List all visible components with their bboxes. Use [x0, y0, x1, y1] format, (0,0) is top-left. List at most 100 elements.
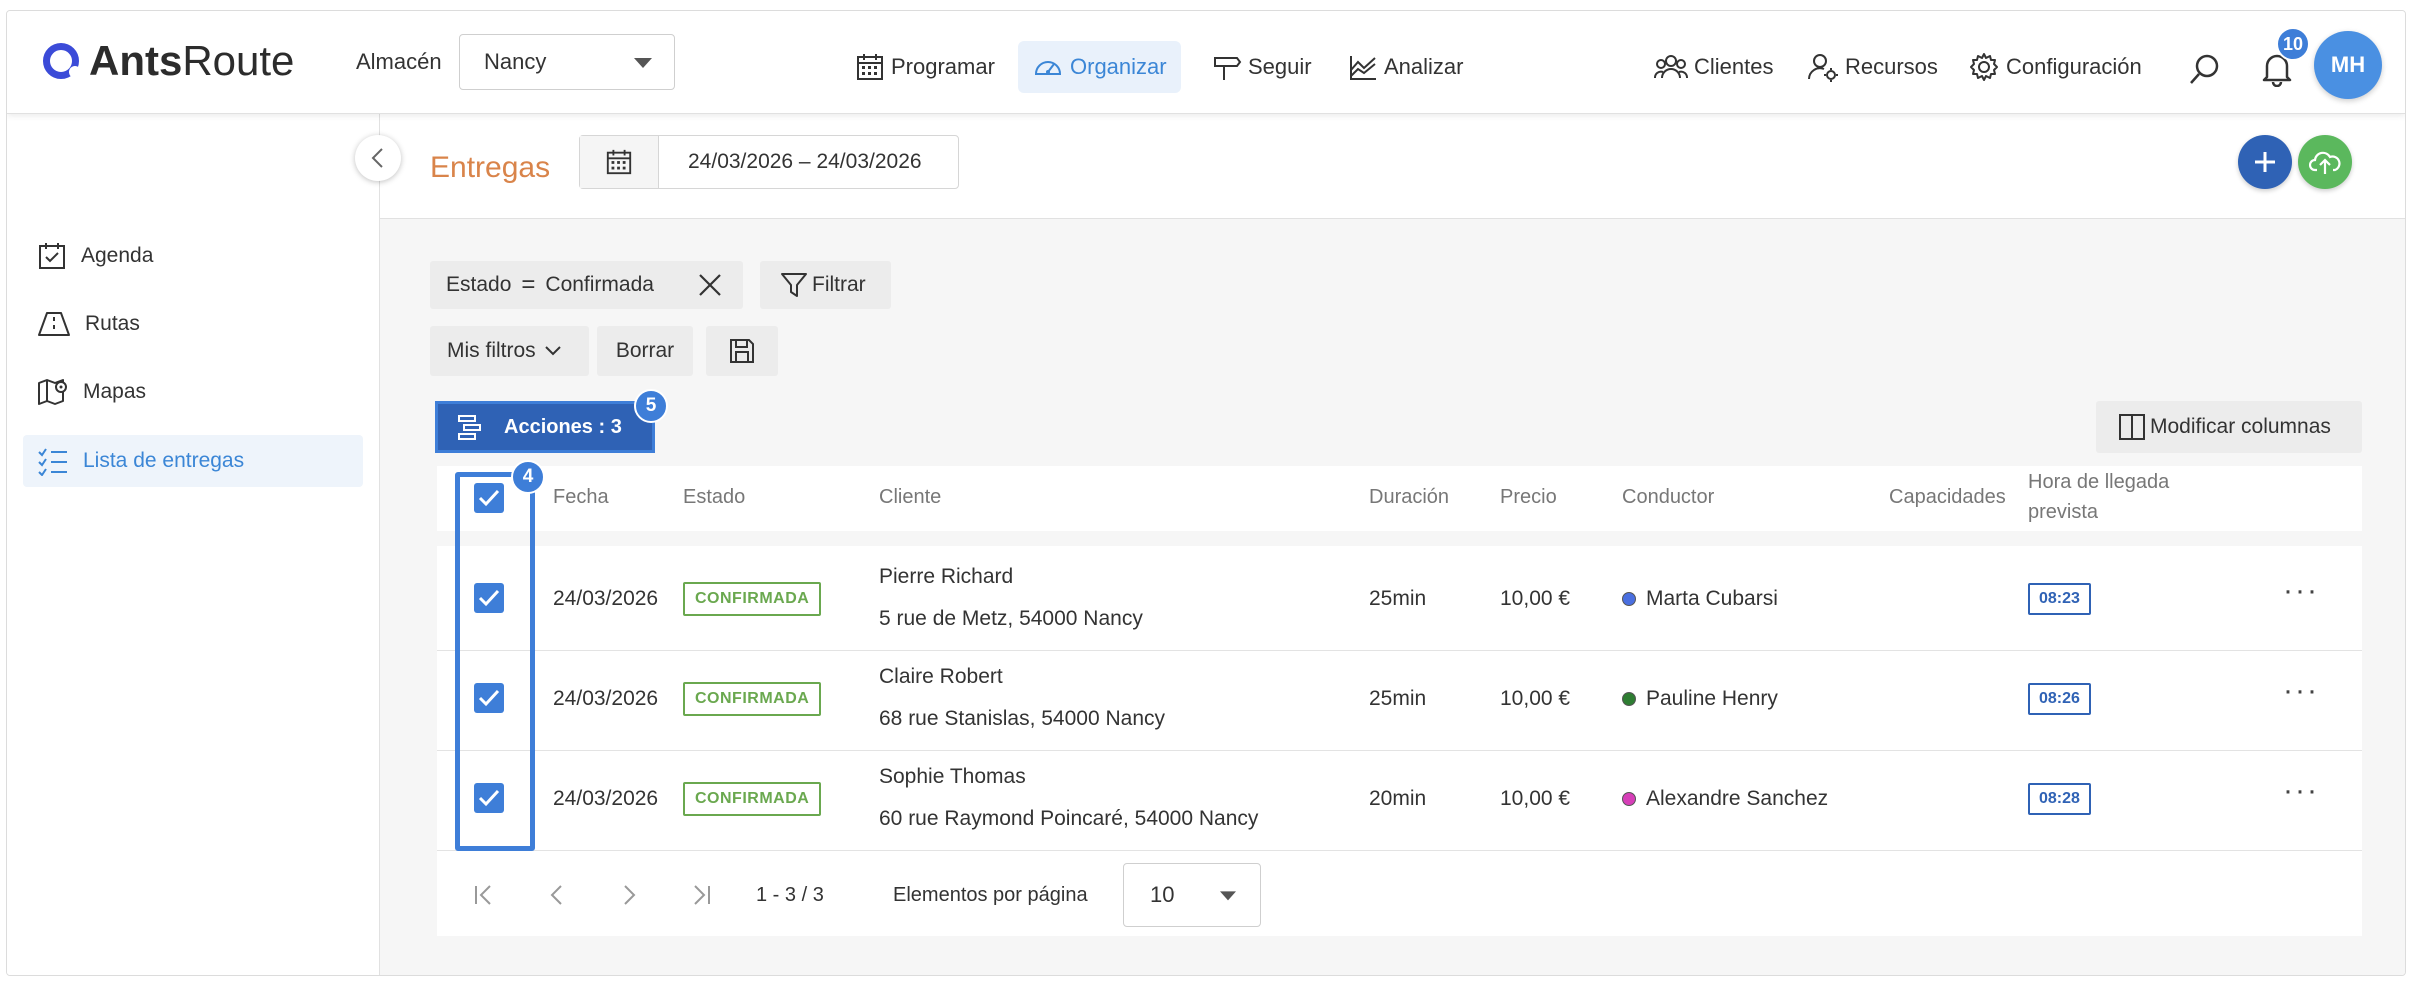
- header-cliente[interactable]: Cliente: [879, 486, 941, 509]
- next-page-button[interactable]: [617, 883, 641, 912]
- row-menu-button[interactable]: ···: [2283, 574, 2319, 608]
- nav-clientes[interactable]: Clientes: [1654, 41, 1773, 93]
- clear-filters-label: Borrar: [615, 339, 675, 362]
- driver-name: Marta Cubarsi: [1646, 587, 1778, 610]
- almacen-label: Almacén: [356, 49, 442, 74]
- checkbox-column-highlight: [455, 472, 535, 851]
- sidebar-item-label: Lista de entregas: [83, 449, 245, 472]
- nav-recursos-label: Recursos: [1845, 54, 1938, 79]
- header-conductor[interactable]: Conductor: [1622, 486, 1714, 509]
- cell-precio: 10,00 €: [1500, 787, 1571, 810]
- prev-page-button[interactable]: [545, 883, 569, 912]
- date-picker-button[interactable]: [580, 136, 659, 188]
- nav-analizar[interactable]: Analizar: [1348, 41, 1463, 93]
- header-hora-line2: prevista: [2028, 501, 2099, 523]
- sidebar-item-label: Mapas: [83, 380, 147, 403]
- per-page-value: 10: [1150, 882, 1175, 907]
- nav-seguir-label: Seguir: [1248, 54, 1312, 79]
- list-icon: [38, 448, 67, 476]
- nav-seguir[interactable]: Seguir: [1212, 41, 1312, 93]
- sidebar-item-lista-entregas[interactable]: Lista de entregas: [23, 435, 363, 487]
- header-hora-line1[interactable]: Hora de llegada: [2028, 471, 2169, 494]
- cloud-upload-icon: [2309, 151, 2341, 174]
- search-icon: [2190, 54, 2219, 84]
- collapse-sidebar-button[interactable]: [355, 135, 401, 181]
- more-horizontal-icon: ···: [2283, 574, 2319, 607]
- search-button[interactable]: [2185, 49, 2225, 89]
- header-gap: [437, 531, 2362, 546]
- last-page-button[interactable]: [689, 883, 713, 912]
- logo-mark-icon: [43, 43, 81, 79]
- sidebar-item-mapas[interactable]: Mapas: [23, 366, 363, 418]
- chevron-right-icon: [624, 885, 636, 905]
- cell-conductor: Pauline Henry: [1622, 687, 1778, 711]
- columns-icon: [2119, 414, 2145, 440]
- my-filters-dropdown[interactable]: Mis filtros: [430, 326, 589, 376]
- more-horizontal-icon: ···: [2283, 674, 2319, 707]
- nav-organizar[interactable]: Organizar: [1018, 41, 1181, 93]
- filter-button[interactable]: Filtrar: [760, 261, 891, 309]
- route-icon: [38, 312, 70, 336]
- header-capacidades[interactable]: Capacidades: [1889, 486, 2006, 509]
- sidebar-item-label: Agenda: [81, 244, 154, 267]
- per-page-select[interactable]: 10: [1123, 863, 1261, 927]
- nav-recursos[interactable]: Recursos: [1807, 41, 1938, 93]
- arrival-time-badge: 08:28: [2028, 783, 2091, 815]
- save-filters-button[interactable]: [706, 326, 778, 376]
- header-duracion[interactable]: Duración: [1369, 486, 1449, 509]
- actions-step-badge: 5: [634, 389, 668, 423]
- calendar-icon: [857, 54, 883, 80]
- pagination-range: 1 - 3 / 3: [756, 884, 824, 906]
- header-precio[interactable]: Precio: [1500, 486, 1557, 509]
- driver-color-dot: [1622, 692, 1636, 706]
- nav-programar[interactable]: Programar: [855, 41, 995, 93]
- header-fecha[interactable]: Fecha: [553, 486, 609, 509]
- row-menu-button[interactable]: ···: [2283, 674, 2319, 708]
- logo-text-bold: Ants: [89, 37, 183, 84]
- deliveries-table: Fecha Estado Cliente Duración Precio Con…: [437, 466, 2362, 936]
- cell-duracion: 25min: [1369, 587, 1427, 610]
- cell-precio: 10,00 €: [1500, 687, 1571, 710]
- clear-filters-button[interactable]: Borrar: [597, 326, 693, 376]
- gear-icon: [1970, 53, 1998, 81]
- sidebar-item-rutas[interactable]: Rutas: [23, 298, 363, 350]
- filter-value: Confirmada: [545, 273, 654, 296]
- checkbox-step-badge: 4: [511, 460, 545, 494]
- modify-columns-button[interactable]: Modificar columnas: [2096, 401, 2362, 453]
- header-estado[interactable]: Estado: [683, 486, 745, 509]
- driver-color-dot: [1622, 792, 1636, 806]
- dashboard-icon: [1034, 61, 1062, 75]
- actions-button-label: Acciones : 3: [504, 415, 622, 438]
- remove-filter-button[interactable]: [697, 272, 723, 304]
- filter-operator: =: [521, 271, 536, 298]
- row-divider: [437, 650, 2362, 651]
- add-button[interactable]: [2238, 135, 2292, 189]
- chevron-down-icon: [544, 346, 561, 356]
- app-window: Ants Route Almacén Nancy Programar Organi…: [6, 10, 2406, 976]
- upload-button[interactable]: [2298, 135, 2352, 189]
- cell-duracion: 20min: [1369, 787, 1427, 810]
- first-page-button[interactable]: [472, 883, 496, 912]
- cell-direccion: 5 rue de Metz, 54000 Nancy: [879, 607, 1143, 630]
- nav-clientes-label: Clientes: [1694, 54, 1774, 79]
- nav-analizar-label: Analizar: [1384, 54, 1464, 79]
- page-title: Entregas: [430, 151, 551, 184]
- row-divider: [437, 750, 2362, 751]
- user-avatar[interactable]: MH: [2314, 31, 2382, 99]
- actions-icon: [458, 415, 481, 440]
- calendar-check-icon: [39, 243, 65, 269]
- filter-field: Estado: [446, 273, 512, 296]
- date-range-picker[interactable]: 24/03/2026 – 24/03/2026: [579, 135, 959, 189]
- notification-count-badge: 10: [2276, 27, 2310, 61]
- nav-programar-label: Programar: [891, 54, 995, 79]
- antsroute-logo[interactable]: Ants Route: [43, 37, 294, 85]
- calendar-icon: [606, 149, 632, 175]
- almacen-select[interactable]: Nancy: [459, 34, 675, 90]
- save-icon: [730, 339, 754, 363]
- sidebar-item-agenda[interactable]: Agenda: [23, 230, 363, 282]
- sidebar-item-label: Rutas: [85, 312, 140, 335]
- almacen-select-value: Nancy: [484, 49, 547, 74]
- nav-configuracion[interactable]: Configuración: [1968, 41, 2142, 93]
- actions-button[interactable]: Acciones : 3: [435, 401, 655, 453]
- row-menu-button[interactable]: ···: [2283, 774, 2319, 808]
